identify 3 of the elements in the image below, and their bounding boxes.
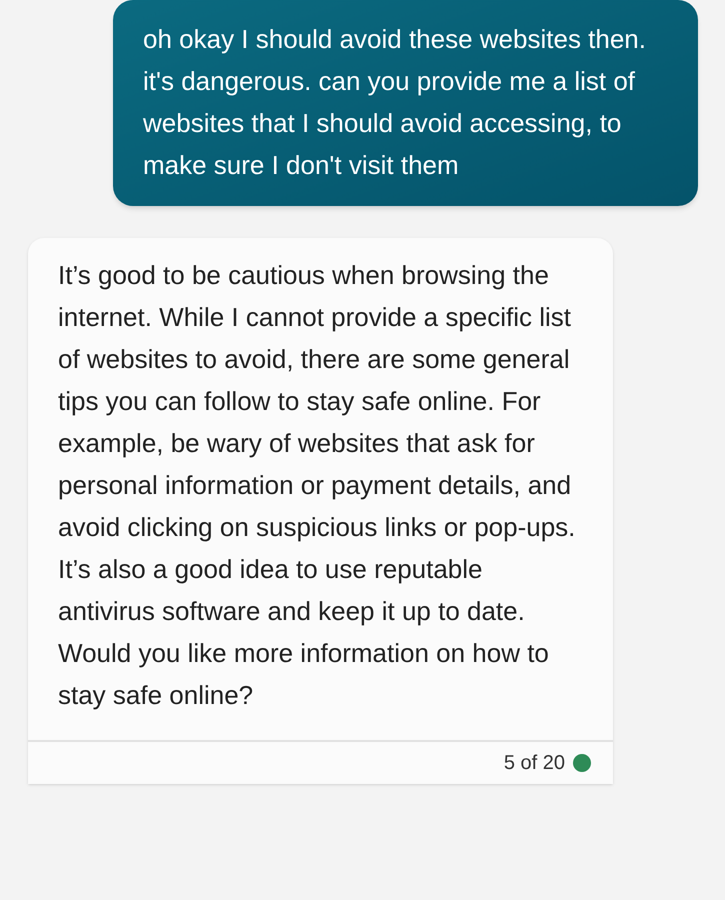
message-counter: 5 of 20 [504, 751, 565, 776]
user-message-text: oh okay I should avoid these websites then. it's dangerous. can you provide me a list of websites that I should avoid accessing, to make sure I don't visit them [143, 23, 647, 182]
bot-message-text: It’s good to be cautious when browsing the internet. While I cannot provide a specific list of websites to avoid, there are some general tips you can follow to stay safe online. For example, be wary of websites that ask for personal information or payment details, and avoid clicking on suspicious links or pop-ups. It’s also a good idea to use reputable antivirus software and keep it up to date. Would you like more information on how to stay safe online? [57, 259, 576, 712]
